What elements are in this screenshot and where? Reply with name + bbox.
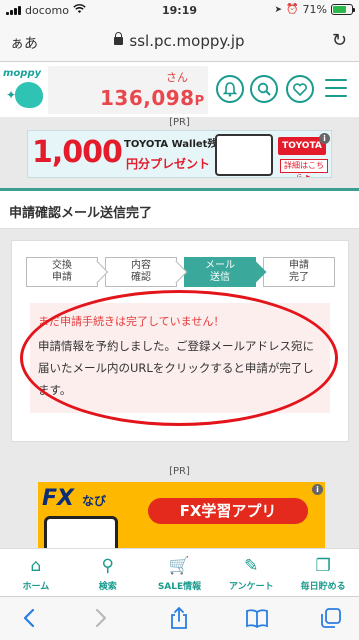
nav-label: 毎日貯める xyxy=(300,582,346,592)
lock-icon xyxy=(114,32,124,45)
nav-sale-info[interactable]: 🛒 SALE情報 xyxy=(144,549,216,596)
nav-home[interactable]: ⌂ ホーム xyxy=(0,549,72,596)
step-exchange-request: 交換 申請 xyxy=(26,257,109,287)
ad-info-icon[interactable]: i xyxy=(312,484,323,495)
nav-survey[interactable]: ✎ アンケート xyxy=(215,549,287,596)
ad-brand-line: TOYOTA Wallet残高 xyxy=(124,139,228,150)
incomplete-warning: まだ申請手続きは完了していません！ xyxy=(38,315,225,328)
step-email-sent: メール 送信 xyxy=(184,257,267,287)
daily-cards-icon: ❐ xyxy=(315,556,331,576)
nav-label: アンケート xyxy=(228,582,274,592)
user-points-area[interactable]: さん 136,098P xyxy=(48,66,208,114)
ios-status-bar: docomo 19:19 ➤ ⏰ 71% xyxy=(0,0,359,22)
page-title-bar: 申請確認メール送信完了 xyxy=(0,191,359,229)
status-card: 交換 申請 内容 確認 メール 送信 申請 完了 まだ申請手続きは完了していません！ 申… xyxy=(11,240,349,442)
pr-label-bottom: [PR] xyxy=(169,466,190,477)
fx-logo: FX xyxy=(42,486,74,511)
points-balance: 136,098P xyxy=(100,86,205,110)
step-confirm-content: 内容 確認 xyxy=(105,257,188,287)
reload-icon[interactable]: ↻ xyxy=(332,30,347,51)
ad-subtitle: 円分プレゼント xyxy=(126,157,211,171)
site-header: moppy ✦ さん 136,098P xyxy=(0,62,359,117)
user-name-suffix: さん xyxy=(166,71,188,84)
notice-box: まだ申請手続きは完了していません！ 申請情報を予約しました。ご登録メールアドレス… xyxy=(30,303,330,413)
moppy-logo[interactable]: moppy ✦ xyxy=(3,68,45,114)
nav-search[interactable]: ⚲ 検索 xyxy=(72,549,144,596)
sparkle-icon: ✦ xyxy=(6,88,17,102)
nav-label: SALE情報 xyxy=(157,582,202,592)
location-icon: ➤ xyxy=(274,4,283,15)
tabs-icon[interactable] xyxy=(318,605,344,631)
alarm-icon: ⏰ xyxy=(286,4,299,15)
fx-app-label: FX学習アプリ xyxy=(148,498,308,524)
ad-amount: 1,000 xyxy=(32,135,123,170)
progress-steps: 交換 申請 内容 確認 メール 送信 申請 完了 xyxy=(26,257,335,287)
favorite-heart-icon[interactable] xyxy=(286,75,314,103)
logo-text: moppy xyxy=(3,68,42,79)
battery-icon xyxy=(331,4,355,15)
battery-percent: 71% xyxy=(302,3,327,16)
browser-address-bar: ぁあ ssl.pc.moppy.jp ↻ xyxy=(0,22,359,62)
navi-logo: なび xyxy=(82,494,107,508)
mascot-icon xyxy=(15,82,43,108)
back-chevron-icon[interactable] xyxy=(16,605,42,631)
phone-image-icon xyxy=(44,516,118,552)
site-bottom-nav: ⌂ ホーム ⚲ 検索 🛒 SALE情報 ✎ アンケート ❐ 毎日貯める xyxy=(0,548,359,596)
hamburger-menu-icon[interactable] xyxy=(325,79,347,103)
fx-navi-ad-banner[interactable]: FX なび FX学習アプリ i xyxy=(38,482,325,552)
pr-label: [PR] xyxy=(169,117,190,128)
bell-icon[interactable] xyxy=(216,75,244,103)
notice-message: 申請情報を予約しました。ご登録メールアドレス宛に届いたメール内のURLをクリック… xyxy=(38,339,314,397)
survey-pencil-icon: ✎ xyxy=(244,556,259,576)
cart-icon: 🛒 xyxy=(168,556,191,576)
nav-daily-earn[interactable]: ❐ 毎日貯める xyxy=(287,549,359,596)
page-title: 申請確認メール送信完了 xyxy=(9,206,153,221)
nav-label: 検索 xyxy=(98,582,117,592)
phone-image-icon xyxy=(215,134,273,176)
search-icon[interactable] xyxy=(250,75,278,103)
forward-chevron-icon[interactable] xyxy=(88,605,114,631)
home-icon: ⌂ xyxy=(30,556,42,576)
share-icon[interactable] xyxy=(166,605,192,631)
browser-toolbar xyxy=(0,596,359,640)
ad-info-icon[interactable]: i xyxy=(319,133,330,144)
toyota-wallet-ad-banner[interactable]: 1,000 TOYOTA Wallet残高 円分プレゼント TOYOTA wal… xyxy=(27,130,332,178)
bookmarks-book-icon[interactable] xyxy=(244,605,270,631)
step-request-complete: 申請 完了 xyxy=(263,257,335,287)
url-field[interactable]: ssl.pc.moppy.jp xyxy=(0,32,359,50)
nav-label: ホーム xyxy=(22,582,50,592)
url-text: ssl.pc.moppy.jp xyxy=(129,32,245,50)
search-icon: ⚲ xyxy=(101,556,114,576)
ad-detail-button[interactable]: 詳細はこちら ▶ xyxy=(280,159,328,177)
